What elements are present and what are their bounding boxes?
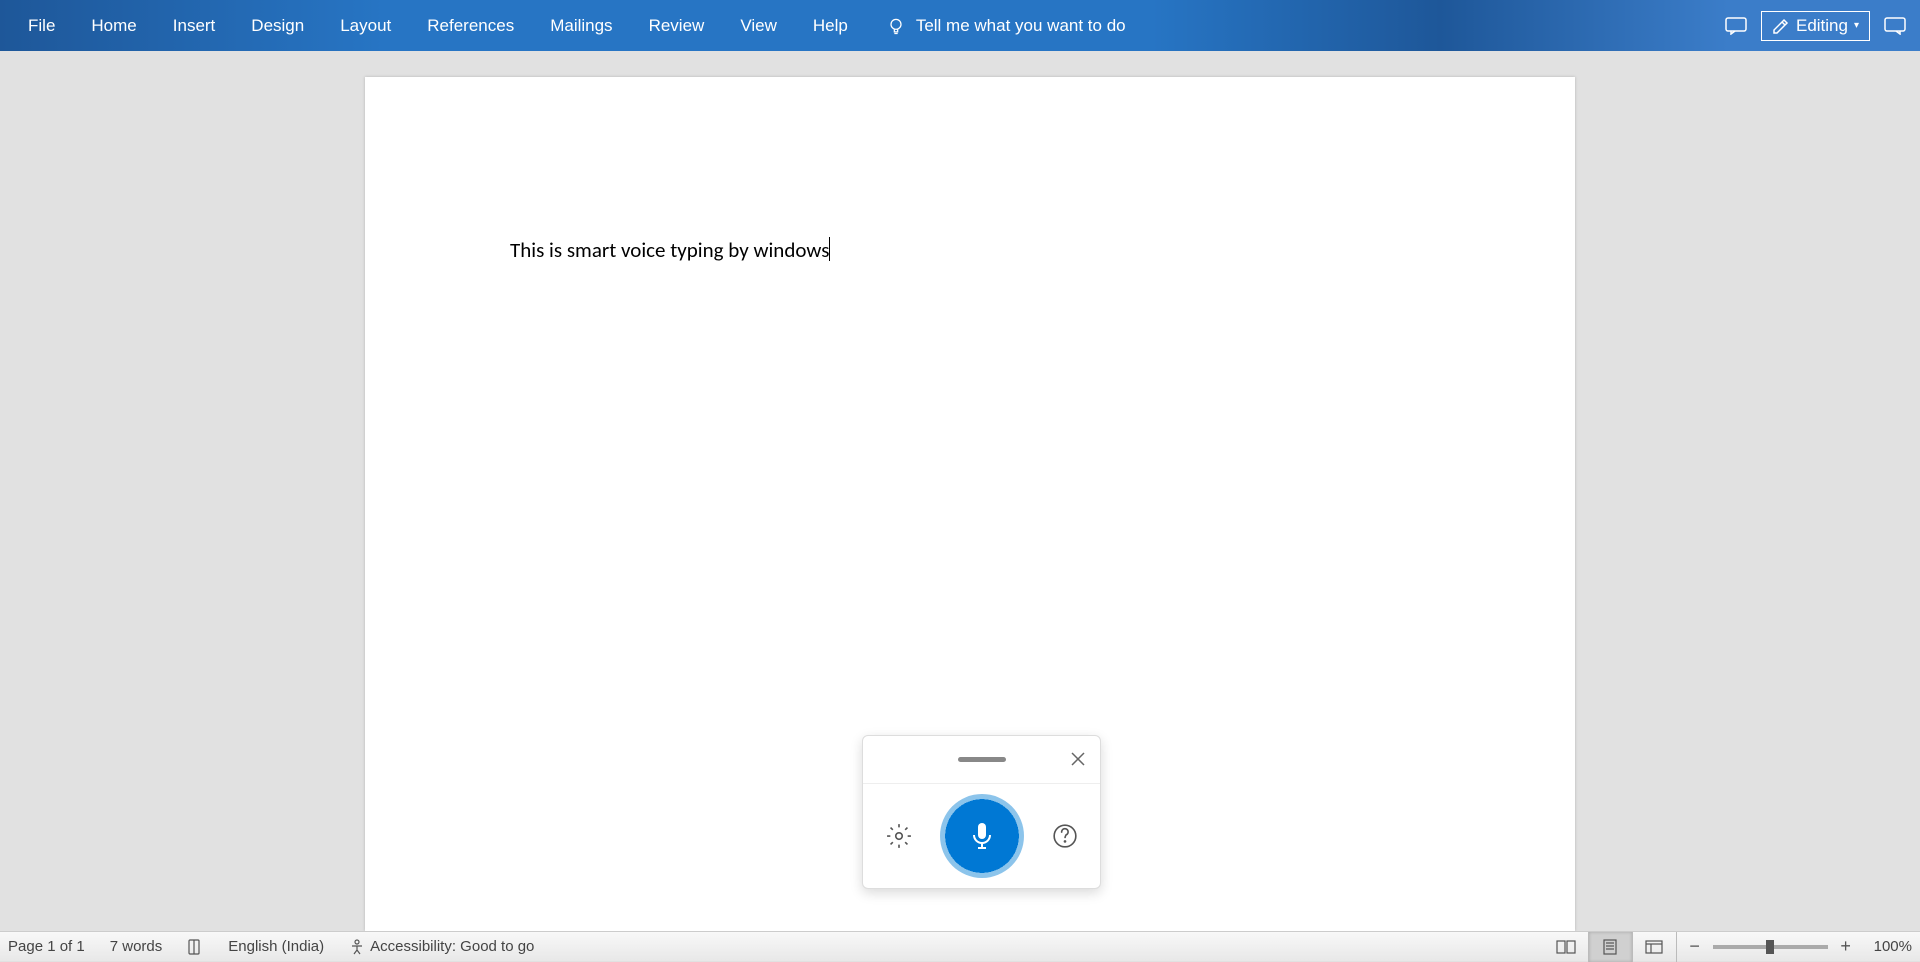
tab-mailings[interactable]: Mailings [532, 2, 630, 50]
voice-close-button[interactable] [1071, 752, 1085, 766]
tab-home[interactable]: Home [73, 2, 154, 50]
pencil-icon [1772, 17, 1790, 35]
web-layout-icon [1645, 940, 1663, 954]
ribbon-tabs: File Home Insert Design Layout Reference… [10, 2, 1126, 50]
editing-mode-button[interactable]: Editing ▾ [1761, 11, 1870, 41]
voice-settings-button[interactable] [885, 822, 913, 850]
status-left: Page 1 of 1 7 words English (India) Acce… [8, 938, 534, 955]
bulb-icon [886, 16, 906, 36]
zoom-slider[interactable] [1713, 945, 1828, 949]
spell-check-button[interactable] [187, 939, 203, 955]
zoom-level[interactable]: 100% [1874, 938, 1912, 955]
chevron-down-icon: ▾ [1854, 20, 1859, 31]
tab-help[interactable]: Help [795, 2, 866, 50]
tab-review[interactable]: Review [631, 2, 723, 50]
page-count[interactable]: Page 1 of 1 [8, 938, 85, 955]
ribbon: File Home Insert Design Layout Reference… [0, 0, 1920, 51]
text-cursor [829, 237, 830, 261]
tell-me-label: Tell me what you want to do [916, 16, 1126, 36]
status-right: − + 100% [1545, 932, 1912, 962]
ribbon-right-controls: Editing ▾ [1721, 11, 1910, 41]
tab-insert[interactable]: Insert [155, 2, 234, 50]
tab-view[interactable]: View [722, 2, 795, 50]
tab-layout[interactable]: Layout [322, 2, 409, 50]
voice-help-button[interactable] [1051, 822, 1079, 850]
tab-file[interactable]: File [10, 2, 73, 50]
print-layout-button[interactable] [1589, 932, 1633, 962]
comments-button[interactable] [1721, 11, 1751, 41]
reply-comment-button[interactable] [1880, 11, 1910, 41]
gear-icon [886, 823, 912, 849]
accessibility-icon [349, 939, 365, 955]
mic-toggle-button[interactable] [940, 794, 1024, 878]
mic-inner [950, 804, 1014, 868]
read-mode-button[interactable] [1545, 932, 1589, 962]
tab-design[interactable]: Design [233, 2, 322, 50]
web-layout-button[interactable] [1633, 932, 1677, 962]
zoom-out-button[interactable]: − [1687, 936, 1703, 957]
print-layout-icon [1602, 939, 1618, 955]
drag-handle-icon[interactable] [958, 757, 1006, 762]
accessibility-label: Accessibility: Good to go [370, 938, 534, 955]
language-button[interactable]: English (India) [228, 938, 324, 955]
read-mode-icon [1556, 940, 1576, 954]
accessibility-button[interactable]: Accessibility: Good to go [349, 938, 534, 955]
zoom-slider-thumb[interactable] [1766, 940, 1774, 954]
microphone-icon [971, 821, 993, 851]
editing-label: Editing [1796, 16, 1848, 36]
status-bar: Page 1 of 1 7 words English (India) Acce… [0, 931, 1920, 961]
tell-me-search[interactable]: Tell me what you want to do [886, 16, 1126, 36]
tab-references[interactable]: References [409, 2, 532, 50]
document-text: This is smart voice typing by windows [510, 237, 829, 263]
comment-reply-icon [1884, 17, 1906, 35]
zoom-in-button[interactable]: + [1838, 936, 1854, 957]
voice-typing-widget [862, 735, 1101, 889]
voice-widget-header[interactable] [863, 736, 1100, 784]
word-count[interactable]: 7 words [110, 938, 163, 955]
help-icon [1052, 823, 1078, 849]
spellcheck-icon [187, 939, 203, 955]
zoom-controls: − + 100% [1687, 936, 1912, 957]
comment-icon [1725, 17, 1747, 35]
voice-widget-body [863, 784, 1100, 888]
close-icon [1071, 752, 1085, 766]
